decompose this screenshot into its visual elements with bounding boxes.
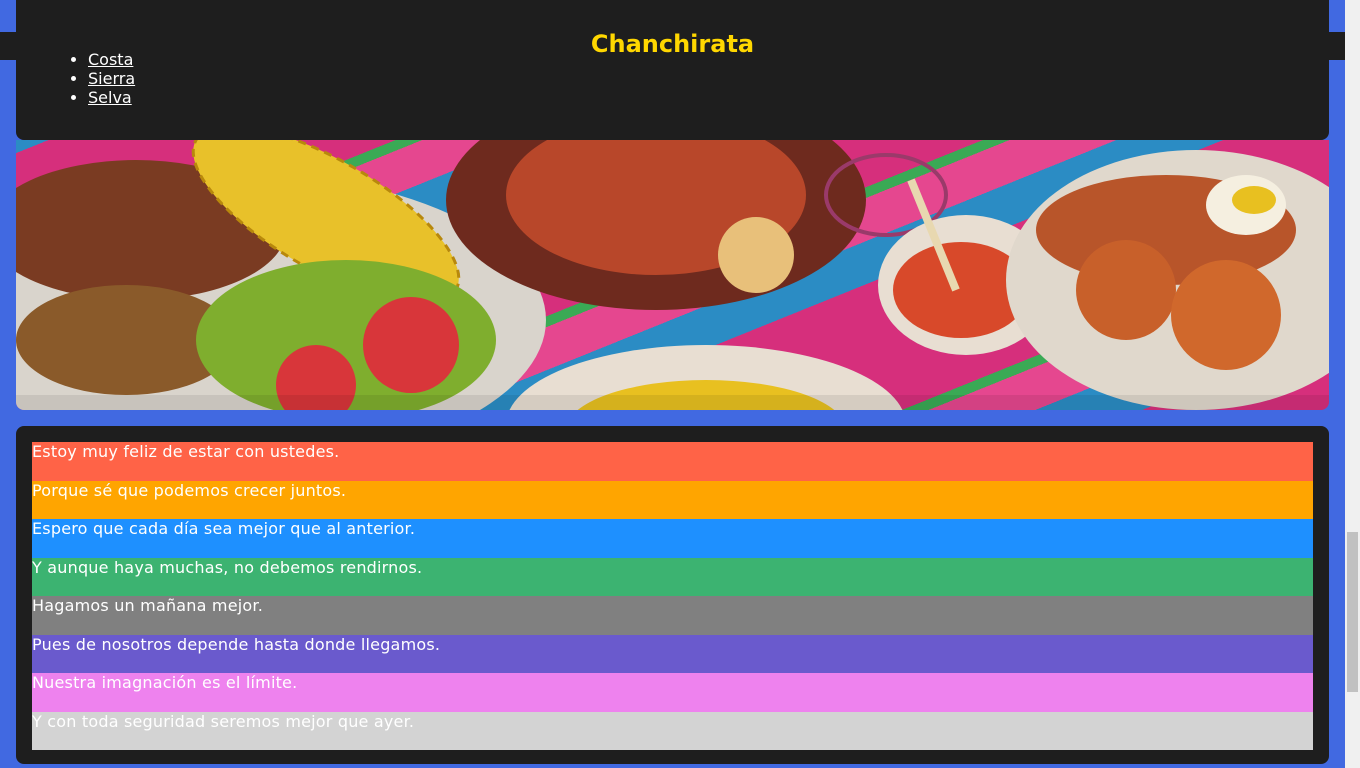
hero-food-image — [16, 140, 1329, 410]
region-item-costa: Costa — [88, 50, 135, 69]
hero-shadow — [16, 395, 1329, 410]
scrollbar-thumb[interactable] — [1347, 532, 1358, 692]
potato — [718, 217, 794, 293]
site-title: Chanchirata — [590, 30, 755, 58]
message-item: Porque sé que podemos crecer juntos. — [32, 480, 1313, 519]
message-item: Pues de nosotros depende hasta donde lle… — [32, 634, 1313, 673]
region-link-sierra[interactable]: Sierra — [88, 69, 135, 88]
message-item: Y aunque haya muchas, no debemos rendirn… — [32, 557, 1313, 596]
egg-yolk — [1232, 186, 1276, 214]
page-scrollbar[interactable] — [1345, 0, 1360, 768]
header-card: Chanchirata Costa Sierra Selva — [16, 0, 1329, 140]
message-list: Estoy muy feliz de estar con ustedes. Po… — [32, 442, 1313, 750]
message-item: Y con toda seguridad seremos mejor que a… — [32, 711, 1313, 750]
region-item-sierra: Sierra — [88, 69, 135, 88]
region-link-costa[interactable]: Costa — [88, 50, 133, 69]
food-illustration — [16, 140, 1329, 410]
message-item: Nuestra imagnación es el límite. — [32, 673, 1313, 712]
message-item: Hagamos un mañana mejor. — [32, 596, 1313, 635]
fritter — [1076, 240, 1176, 340]
message-item: Estoy muy feliz de estar con ustedes. — [32, 442, 1313, 481]
region-item-selva: Selva — [88, 88, 135, 107]
messages-card: Estoy muy feliz de estar con ustedes. Po… — [16, 426, 1329, 764]
tomato-slice — [363, 297, 459, 393]
region-link-selva[interactable]: Selva — [88, 88, 132, 107]
message-item: Espero que cada día sea mejor que al ant… — [32, 519, 1313, 558]
region-nav-list: Costa Sierra Selva — [72, 50, 135, 107]
fritter-2 — [1171, 260, 1281, 370]
